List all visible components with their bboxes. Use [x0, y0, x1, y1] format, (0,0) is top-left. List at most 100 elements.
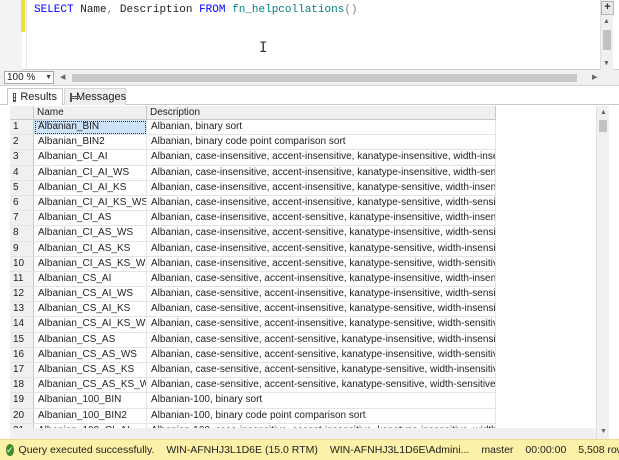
- table-row[interactable]: 2 Albanian_BIN2 Albanian, binary code poin…: [10, 135, 496, 151]
- name-cell[interactable]: Albanian_CS_AS_KS: [34, 363, 147, 379]
- table-row[interactable]: 12 Albanian_CS_AI_WS Albanian, case-sensit…: [10, 287, 496, 303]
- table-row[interactable]: 11 Albanian_CS_AI Albanian, case-sensitive…: [10, 271, 496, 288]
- plus-icon[interactable]: +: [601, 1, 614, 15]
- name-cell[interactable]: Albanian_CS_AI_KS: [34, 302, 147, 318]
- row-number-cell[interactable]: 2: [10, 135, 34, 151]
- table-row[interactable]: 5 Albanian_CI_AI_KS Albanian, case-insensi…: [10, 180, 496, 196]
- name-cell[interactable]: Albanian_CI_AI_KS_WS: [34, 195, 147, 212]
- scroll-up-arrow-icon[interactable]: ▲: [603, 18, 610, 25]
- description-cell[interactable]: Albanian, case-sensitive, accent-insensi…: [147, 302, 496, 318]
- sql-statement[interactable]: SELECT Name, Description FROM fn_helpcol…: [34, 3, 358, 17]
- description-cell[interactable]: Albanian, case-sensitive, accent-sensiti…: [147, 363, 496, 379]
- column-header-description[interactable]: Description: [147, 106, 496, 120]
- name-cell[interactable]: Albanian_BIN: [34, 120, 147, 136]
- description-cell[interactable]: Albanian-100, binary sort: [147, 393, 496, 409]
- table-row[interactable]: 14 Albanian_CS_AI_KS_WS Albanian, case-sen…: [10, 317, 496, 333]
- description-cell[interactable]: Albanian, case-insensitive, accent-insen…: [147, 150, 496, 166]
- table-row[interactable]: 17 Albanian_CS_AS_KS Albanian, case-sensit…: [10, 363, 496, 379]
- name-cell[interactable]: Albanian_CI_AI: [34, 150, 147, 166]
- row-number-header[interactable]: [10, 106, 34, 120]
- table-row[interactable]: 4 Albanian_CI_AI_WS Albanian, case-insensi…: [10, 165, 496, 181]
- row-number-cell[interactable]: 9: [10, 241, 34, 257]
- grid-horizontal-scrollbar[interactable]: [10, 428, 596, 439]
- name-cell[interactable]: Albanian_CI_AI_KS: [34, 180, 147, 196]
- name-cell[interactable]: Albanian_CI_AI_WS: [34, 165, 147, 181]
- scroll-up-arrow-icon[interactable]: ▲: [600, 109, 607, 116]
- query-editor[interactable]: SELECT Name, Description FROM fn_helpcol…: [0, 0, 619, 70]
- table-row[interactable]: 19 Albanian_100_BIN Albanian-100, binary s…: [10, 393, 496, 409]
- name-cell[interactable]: Albanian_100_BIN: [34, 393, 147, 409]
- scroll-right-arrow-icon[interactable]: ▶: [592, 73, 597, 81]
- row-number-cell[interactable]: 18: [10, 378, 34, 394]
- description-cell[interactable]: Albanian, case-sensitive, accent-sensiti…: [147, 332, 496, 348]
- description-cell[interactable]: Albanian, case-sensitive, accent-insensi…: [147, 271, 496, 288]
- table-row[interactable]: 15 Albanian_CS_AS Albanian, case-sensitive…: [10, 332, 496, 348]
- description-cell[interactable]: Albanian, binary sort: [147, 120, 496, 136]
- table-row[interactable]: 20 Albanian_100_BIN2 Albanian-100, binary …: [10, 408, 496, 424]
- table-row[interactable]: 10 Albanian_CI_AS_KS_WS Albanian, case-ins…: [10, 256, 496, 272]
- table-row[interactable]: 18 Albanian_CS_AS_KS_WS Albanian, case-sen…: [10, 378, 496, 394]
- scroll-down-arrow-icon[interactable]: ▼: [603, 60, 610, 67]
- row-number-cell[interactable]: 5: [10, 180, 34, 196]
- table-row[interactable]: 9 Albanian_CI_AS_KS Albanian, case-insensi…: [10, 241, 496, 257]
- editor-horizontal-scroll-thumb[interactable]: [72, 74, 577, 82]
- description-cell[interactable]: Albanian, case-insensitive, accent-insen…: [147, 195, 496, 212]
- name-cell[interactable]: Albanian_CI_AS: [34, 211, 147, 227]
- description-cell[interactable]: Albanian, case-sensitive, accent-insensi…: [147, 287, 496, 303]
- table-row[interactable]: 7 Albanian_CI_AS Albanian, case-insensitiv…: [10, 211, 496, 227]
- description-cell[interactable]: Albanian-100, binary code point comparis…: [147, 408, 496, 424]
- table-row[interactable]: 6 Albanian_CI_AI_KS_WS Albanian, case-inse…: [10, 195, 496, 212]
- scroll-left-arrow-icon[interactable]: ◀: [60, 73, 65, 81]
- table-row[interactable]: 16 Albanian_CS_AS_WS Albanian, case-sensit…: [10, 347, 496, 363]
- results-grid[interactable]: Name Description 1 Albanian_BIN Albanian, …: [0, 106, 619, 439]
- row-number-cell[interactable]: 12: [10, 287, 34, 303]
- grid-scroll-thumb[interactable]: [599, 120, 607, 132]
- chevron-down-icon[interactable]: ▼: [45, 72, 52, 83]
- description-cell[interactable]: Albanian, case-insensitive, accent-sensi…: [147, 241, 496, 257]
- row-number-cell[interactable]: 3: [10, 150, 34, 166]
- row-number-cell[interactable]: 11: [10, 271, 34, 288]
- row-number-cell[interactable]: 14: [10, 317, 34, 333]
- description-cell[interactable]: Albanian, case-insensitive, accent-insen…: [147, 165, 496, 181]
- table-row[interactable]: 3 Albanian_CI_AI Albanian, case-insensitiv…: [10, 150, 496, 166]
- scroll-down-arrow-icon[interactable]: ▼: [600, 428, 607, 435]
- description-cell[interactable]: Albanian, binary code point comparison s…: [147, 135, 496, 151]
- name-cell[interactable]: Albanian_CI_AS_KS: [34, 241, 147, 257]
- row-number-cell[interactable]: 10: [10, 256, 34, 272]
- name-cell[interactable]: Albanian_CS_AI_KS_WS: [34, 317, 147, 333]
- description-cell[interactable]: Albanian, case-insensitive, accent-sensi…: [147, 211, 496, 227]
- row-number-cell[interactable]: 15: [10, 332, 34, 348]
- row-number-cell[interactable]: 17: [10, 363, 34, 379]
- tab-messages[interactable]: Messages: [64, 88, 126, 105]
- name-cell[interactable]: Albanian_BIN2: [34, 135, 147, 151]
- editor-vertical-scrollbar[interactable]: + ▲ ▼: [600, 0, 614, 70]
- table-row[interactable]: 1 Albanian_BIN Albanian, binary sort: [10, 120, 496, 136]
- row-number-cell[interactable]: 7: [10, 211, 34, 227]
- description-cell[interactable]: Albanian, case-insensitive, accent-sensi…: [147, 256, 496, 272]
- description-cell[interactable]: Albanian, case-sensitive, accent-sensiti…: [147, 378, 496, 394]
- row-number-cell[interactable]: 20: [10, 408, 34, 424]
- row-number-cell[interactable]: 16: [10, 347, 34, 363]
- zoom-select[interactable]: 100 % ▼: [4, 71, 54, 84]
- name-cell[interactable]: Albanian_CS_AS_WS: [34, 347, 147, 363]
- description-cell[interactable]: Albanian, case-insensitive, accent-insen…: [147, 180, 496, 196]
- row-number-cell[interactable]: 1: [10, 120, 34, 136]
- description-cell[interactable]: Albanian, case-sensitive, accent-sensiti…: [147, 347, 496, 363]
- name-cell[interactable]: Albanian_CS_AS_KS_WS: [34, 378, 147, 394]
- editor-scroll-thumb[interactable]: [603, 30, 611, 50]
- column-header-name[interactable]: Name: [34, 106, 147, 120]
- row-number-cell[interactable]: 8: [10, 226, 34, 242]
- row-number-cell[interactable]: 13: [10, 302, 34, 318]
- table-row[interactable]: 8 Albanian_CI_AS_WS Albanian, case-insensi…: [10, 226, 496, 242]
- row-number-cell[interactable]: 4: [10, 165, 34, 181]
- table-row[interactable]: 13 Albanian_CS_AI_KS Albanian, case-sensit…: [10, 302, 496, 318]
- name-cell[interactable]: Albanian_100_BIN2: [34, 408, 147, 424]
- row-number-cell[interactable]: 6: [10, 195, 34, 212]
- tab-results[interactable]: Results: [7, 88, 63, 105]
- name-cell[interactable]: Albanian_CI_AS_KS_WS: [34, 256, 147, 272]
- name-cell[interactable]: Albanian_CS_AI: [34, 271, 147, 288]
- name-cell[interactable]: Albanian_CS_AI_WS: [34, 287, 147, 303]
- grid-vertical-scrollbar[interactable]: ▲ ▼: [596, 106, 609, 439]
- description-cell[interactable]: Albanian, case-sensitive, accent-insensi…: [147, 317, 496, 333]
- name-cell[interactable]: Albanian_CI_AS_WS: [34, 226, 147, 242]
